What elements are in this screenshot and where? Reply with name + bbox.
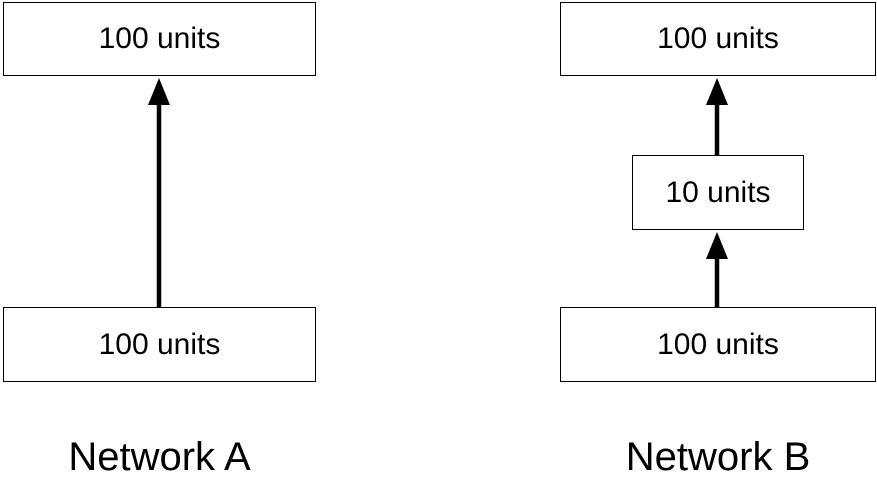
- network-b-middle-layer: 10 units: [632, 155, 804, 230]
- network-b-upper-arrow: [706, 78, 728, 155]
- network-b-lower-arrow: [706, 232, 728, 307]
- network-a-bottom-layer: 100 units: [3, 307, 316, 382]
- network-a-bottom-layer-label: 100 units: [98, 327, 221, 361]
- network-a-caption: Network A: [68, 435, 251, 479]
- network-a-top-layer-label: 100 units: [98, 22, 221, 55]
- network-b-top-layer: 100 units: [560, 2, 876, 76]
- network-b-top-layer-label: 100 units: [657, 22, 779, 55]
- network-a-top-layer: 100 units: [3, 2, 316, 76]
- network-b-bottom-layer-label: 100 units: [657, 327, 779, 361]
- network-b-caption: Network B: [625, 435, 811, 479]
- network-b-bottom-layer: 100 units: [560, 307, 876, 382]
- network-b-middle-layer-label: 10 units: [665, 175, 771, 209]
- network-a-arrow: [148, 78, 170, 307]
